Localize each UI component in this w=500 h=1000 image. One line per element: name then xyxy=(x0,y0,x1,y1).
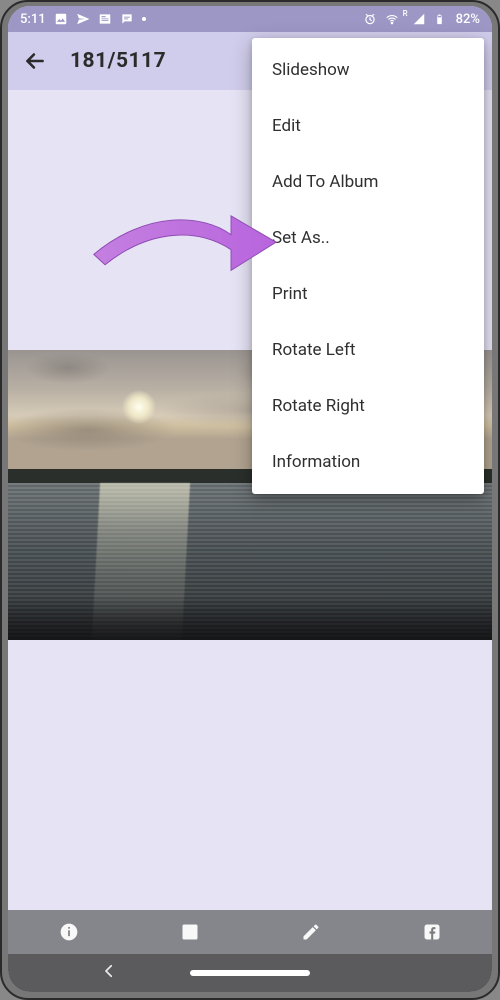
status-bar: 5:11 xyxy=(8,6,492,32)
overflow-menu: Slideshow Edit Add To Album Set As.. Pri… xyxy=(252,38,484,494)
battery-icon xyxy=(434,12,448,26)
edit-button[interactable] xyxy=(296,917,326,947)
menu-item-label: Add To Album xyxy=(272,172,378,192)
send-icon xyxy=(76,12,90,26)
menu-item-rotate-left[interactable]: Rotate Left xyxy=(252,322,484,378)
menu-item-label: Slideshow xyxy=(272,60,350,80)
menu-item-label: Rotate Left xyxy=(272,340,355,360)
messages-icon xyxy=(120,12,134,26)
battery-percent: 82% xyxy=(456,12,480,27)
status-time: 5:11 xyxy=(20,12,46,27)
menu-item-label: Print xyxy=(272,284,308,304)
screen: 5:11 xyxy=(8,6,492,992)
bottom-action-bar xyxy=(8,910,492,954)
menu-item-label: Rotate Right xyxy=(272,396,365,416)
system-nav-bar xyxy=(8,954,492,992)
info-button[interactable] xyxy=(54,917,84,947)
news-icon xyxy=(98,12,112,26)
menu-item-edit[interactable]: Edit xyxy=(252,98,484,154)
alarm-icon xyxy=(363,12,377,26)
roaming-indicator: R xyxy=(403,9,408,18)
menu-item-label: Information xyxy=(272,452,360,472)
more-notifications-icon xyxy=(142,17,146,21)
photo-icon xyxy=(54,12,68,26)
slideshow-button[interactable] xyxy=(175,917,205,947)
signal-icon xyxy=(412,12,426,26)
nav-back-button[interactable] xyxy=(100,962,118,984)
menu-item-slideshow[interactable]: Slideshow xyxy=(252,42,484,98)
menu-item-print[interactable]: Print xyxy=(252,266,484,322)
back-button[interactable] xyxy=(22,48,48,74)
menu-item-rotate-right[interactable]: Rotate Right xyxy=(252,378,484,434)
device-frame: 5:11 xyxy=(0,0,500,1000)
facebook-share-button[interactable] xyxy=(417,917,447,947)
menu-item-label: Set As.. xyxy=(272,228,330,248)
nav-home-pill[interactable] xyxy=(190,970,310,976)
menu-item-information[interactable]: Information xyxy=(252,434,484,490)
menu-item-set-as[interactable]: Set As.. xyxy=(252,210,484,266)
menu-item-add-album[interactable]: Add To Album xyxy=(252,154,484,210)
wifi-icon xyxy=(385,12,399,26)
photo-counter: 181/5117 xyxy=(70,49,166,73)
menu-item-label: Edit xyxy=(272,116,301,136)
